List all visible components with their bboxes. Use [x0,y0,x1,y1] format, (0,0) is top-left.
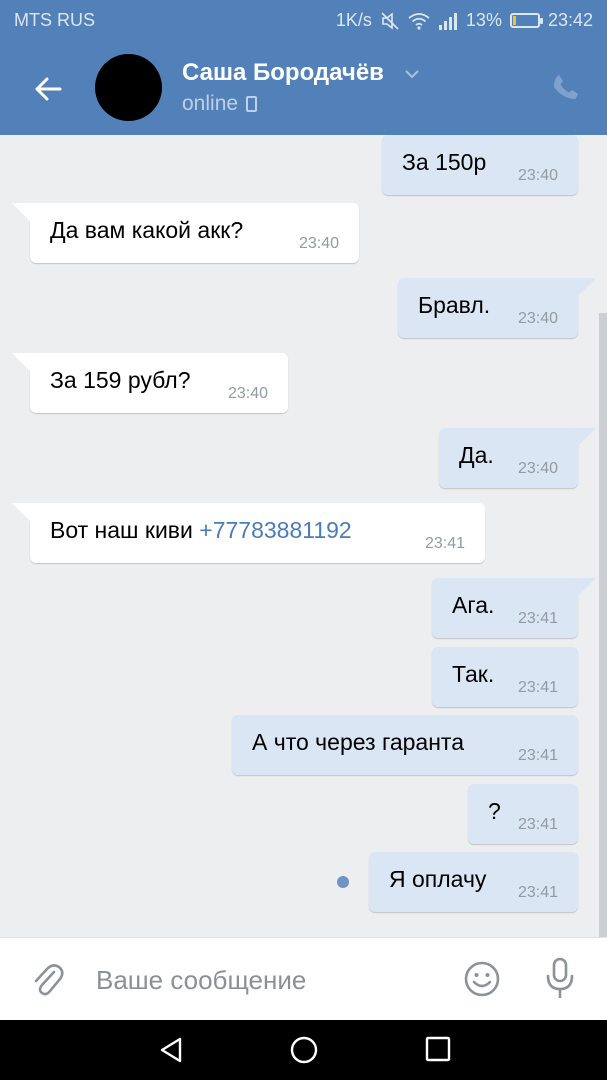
outgoing-message[interactable]: Ага. 23:41 [432,578,596,638]
top-bar: MTS RUS 1K/s 13% 23:42 Саша Бородачёв on… [0,0,607,135]
avatar[interactable] [95,54,162,121]
contact-status: online [182,92,258,116]
outgoing-message[interactable]: За 150р 23:40 [382,135,578,195]
mobile-icon [246,96,258,112]
chevron-down-icon[interactable] [404,67,420,81]
message-body: Я оплачу [389,866,487,892]
message-input[interactable] [96,962,436,998]
message-time: 23:41 [517,747,558,764]
message-text: ? [488,798,501,825]
message-time: 23:40 [517,460,558,477]
mute-icon [381,11,399,30]
message-time: 23:40 [517,167,558,184]
message-body: За 159 рубл? [50,367,191,393]
message-time: 23:40 [227,385,268,402]
wifi-icon [408,12,430,30]
message-body: Так. [452,661,495,687]
message-time: 23:41 [424,535,465,552]
online-label: online [182,92,239,115]
message-body: Да вам какой акк? [50,217,244,243]
message-text: За 159 рубл? [50,367,190,394]
incoming-message[interactable]: Вот наш киви +77783881192 23:41 [12,503,485,563]
phone-call-icon[interactable] [551,72,581,102]
message-time: 23:41 [517,816,558,833]
signal-icon [438,12,457,30]
message-body: А что через гаранта [252,729,464,755]
chat-header: Саша Бородачёв online [0,45,607,135]
paperclip-icon[interactable] [30,960,64,998]
net-speed: 1K/s [335,10,372,30]
message-text: Я оплачу [389,866,486,893]
back-arrow-icon[interactable] [30,71,66,107]
message-text: Да. [459,442,494,469]
message-text: Так. [452,661,494,688]
incoming-message[interactable]: За 159 рубл? 23:40 [12,353,288,413]
message-body: Бравл. [418,292,491,318]
bubble-tail [12,203,34,225]
message-time: 23:40 [298,235,339,252]
message-body: Да. [459,442,494,468]
message-list[interactable]: За 150р 23:40 Да вам какой акк? 23:40 Бравл.… [0,135,607,937]
incoming-message[interactable]: Да вам какой акк? 23:40 [12,203,359,263]
bubble-tail [574,278,596,300]
bubble-tail [574,578,596,600]
message-text: А что через гаранта [252,729,464,756]
bubble-tail [574,428,596,450]
outgoing-message[interactable]: Я оплачу 23:41 [369,852,578,912]
clock: 23:42 [547,10,593,30]
composer [0,937,607,1020]
contact-name[interactable]: Саша Бородачёв [182,59,384,87]
message-body: Вот наш киви [50,517,193,543]
message-text: За 150р [402,149,486,176]
bubble-tail [12,503,34,525]
outgoing-message[interactable]: Так. 23:41 [432,647,578,707]
nav-recent-apps-icon[interactable] [425,1036,451,1062]
battery-icon [509,13,543,28]
battery-level [512,16,516,25]
message-text: Вот наш киви +77783881192 [50,517,352,544]
message-time: 23:41 [517,884,558,901]
nav-home-icon[interactable] [289,1035,319,1065]
carrier-label: MTS RUS [14,10,95,30]
message-text: Ага. [452,592,494,619]
message-body: За 150р [402,149,487,175]
phone-link[interactable]: +77783881192 [199,517,351,543]
message-body: ? [488,798,501,824]
message-time: 23:41 [517,679,558,696]
outgoing-message[interactable]: А что через гаранта 23:41 [232,715,578,775]
message-time: 23:40 [517,310,558,327]
nav-back-icon[interactable] [156,1035,186,1065]
system-nav-bar [0,1020,607,1080]
outgoing-message[interactable]: Да. 23:40 [439,428,596,488]
microphone-icon[interactable] [540,956,580,1002]
message-text: Да вам какой акк? [50,217,243,244]
status-bar: MTS RUS 1K/s 13% 23:42 [0,0,607,40]
message-time: 23:41 [517,610,558,627]
outgoing-message[interactable]: ? 23:41 [468,784,578,844]
battery-percent: 13% [465,10,502,30]
bubble-tail [12,353,34,375]
message-text: Бравл. [418,292,490,319]
message-body: Ага. [452,592,495,618]
scrollbar[interactable] [599,313,607,937]
unread-indicator [337,876,349,888]
status-icons: 1K/s 13% 23:42 [336,10,593,31]
emoji-icon[interactable] [463,960,501,998]
outgoing-message[interactable]: Бравл. 23:40 [398,278,596,338]
